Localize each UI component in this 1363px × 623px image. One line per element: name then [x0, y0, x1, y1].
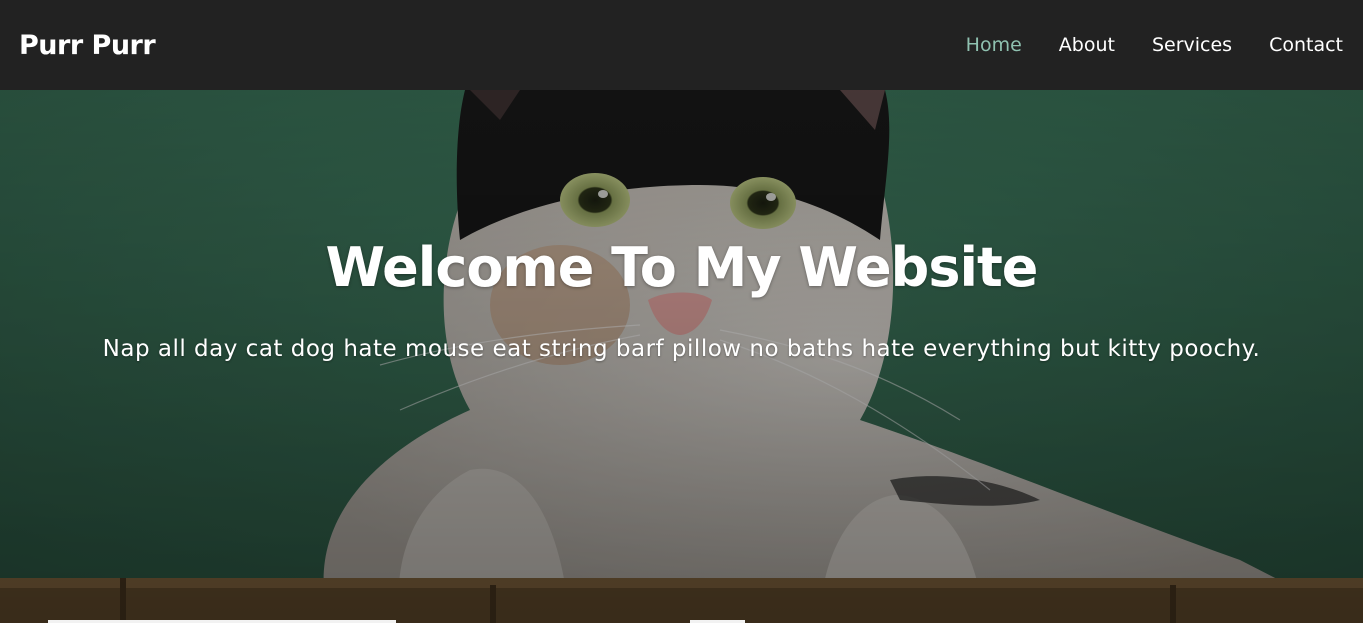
hero-section: Welcome To My Website Nap all day cat do…: [0, 90, 1363, 623]
hero-subtitle: Nap all day cat dog hate mouse eat strin…: [102, 336, 1261, 362]
site-brand-link[interactable]: Purr Purr: [19, 30, 156, 61]
hero-title: Welcome To My Website: [325, 236, 1039, 299]
top-navbar: Purr Purr Home About Services Contact: [0, 0, 1363, 90]
nav-link-about[interactable]: About: [1059, 34, 1115, 56]
nav-link-contact[interactable]: Contact: [1269, 34, 1343, 56]
nav-link-services[interactable]: Services: [1152, 34, 1232, 56]
nav-links: Home About Services Contact: [929, 34, 1343, 56]
nav-link-home[interactable]: Home: [966, 34, 1022, 56]
